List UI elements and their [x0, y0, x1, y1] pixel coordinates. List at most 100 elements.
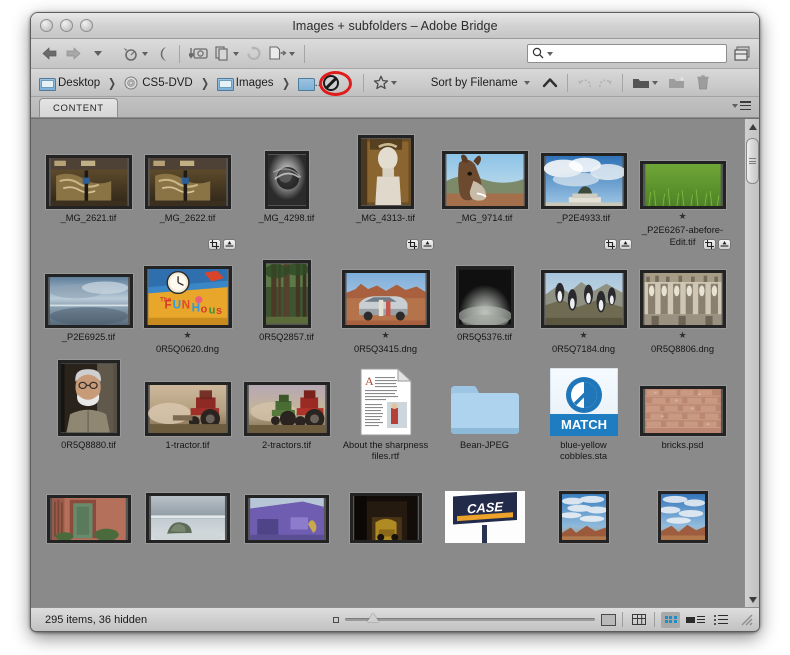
thumbnail-item[interactable] — [336, 463, 435, 543]
thumbnail-image[interactable] — [340, 133, 432, 209]
thumbnail-image[interactable] — [538, 133, 630, 209]
thumbnail-image[interactable] — [43, 133, 135, 209]
sort-by-menu[interactable]: Sort by Filename — [429, 72, 532, 94]
toggle-panels-icon[interactable] — [734, 46, 751, 61]
thumbnail-image[interactable] — [637, 360, 729, 436]
large-thumbnail-icon[interactable] — [601, 613, 616, 626]
scrollbar-thumb[interactable] — [746, 138, 759, 184]
rating-stars[interactable]: ★ — [678, 331, 686, 340]
thumbnail-item[interactable]: ★ 0R5Q7184.dng — [534, 239, 633, 356]
thumbnail-item[interactable]: _P2E4933.tif — [534, 129, 633, 248]
breadcrumb-drop-target[interactable]: .. — [297, 74, 339, 91]
undo-icon[interactable] — [575, 72, 595, 94]
thumbnail-item[interactable]: 0R5Q2857.tif — [237, 248, 336, 356]
thumbnail-grid[interactable]: _MG_2621.tif _MG_2622.tif _MG_4298.tif _… — [31, 119, 744, 607]
breadcrumb-cs5-dvd[interactable]: CS5-DVD — [124, 76, 193, 90]
rating-stars[interactable]: ★ — [678, 212, 686, 221]
thumbnail-image[interactable] — [241, 360, 333, 436]
thumbnail-item[interactable]: _MG_9714.tif — [435, 129, 534, 248]
thumbnail-item[interactable]: 2-tractors.tif — [237, 356, 336, 463]
breadcrumb-images[interactable]: Images — [216, 77, 274, 91]
thumbnail-item[interactable]: MATCH blue-yellow cobbles.sta — [534, 356, 633, 463]
small-thumbnail-icon[interactable] — [333, 616, 339, 623]
get-photos-from-camera-icon[interactable] — [187, 43, 210, 65]
thumbnail-size-slider[interactable] — [345, 613, 595, 622]
zoom-button[interactable] — [80, 19, 93, 32]
redo-icon[interactable] — [595, 72, 615, 94]
thumbnail-image[interactable] — [241, 252, 333, 328]
thumbnail-item[interactable]: _MG_2621.tif — [39, 129, 138, 248]
thumbnail-image[interactable] — [241, 467, 333, 543]
thumbnail-image[interactable] — [637, 133, 729, 209]
thumbnail-image[interactable] — [439, 252, 531, 328]
close-button[interactable] — [40, 19, 53, 32]
scroll-up-arrow-icon[interactable] — [745, 119, 759, 134]
sort-direction-button[interactable] — [540, 72, 560, 94]
rating-stars[interactable]: ★ — [381, 331, 389, 340]
thumbnail-item[interactable]: _MG_4298.tif — [237, 129, 336, 248]
refine-icon[interactable] — [213, 43, 241, 65]
thumbnail-item[interactable]: CASE — [435, 463, 534, 543]
thumbnail-image[interactable]: F U N H o u s The — [142, 239, 236, 328]
thumbnail-image[interactable] — [43, 359, 135, 436]
resize-grip-icon[interactable] — [740, 613, 753, 626]
thumbnail-image[interactable] — [637, 239, 731, 328]
thumbnail-item[interactable]: ★ 0R5Q3415.dng — [336, 239, 435, 356]
thumbnail-item[interactable]: 1-tractor.tif — [138, 356, 237, 463]
recent-folders-dropdown[interactable] — [87, 43, 106, 65]
vertical-scrollbar[interactable] — [744, 119, 759, 607]
panel-menu-button[interactable] — [730, 101, 751, 110]
thumbnail-item[interactable]: A About the sharpness files.rtf — [336, 356, 435, 463]
thumbnail-image[interactable] — [142, 467, 234, 543]
tab-content[interactable]: CONTENT — [39, 98, 118, 117]
scroll-down-arrow-icon[interactable] — [745, 592, 759, 607]
thumbnail-item[interactable]: 0R5Q8880.tif — [39, 356, 138, 463]
rating-stars[interactable]: ★ — [579, 331, 587, 340]
thumbnail-item[interactable]: _MG_4313-.tif — [336, 129, 435, 248]
thumbnail-item[interactable]: bricks.psd — [633, 356, 732, 463]
thumbnail-item[interactable] — [633, 463, 732, 543]
search-input[interactable] — [556, 47, 722, 60]
thumbnail-item[interactable] — [138, 463, 237, 543]
slider-knob[interactable] — [366, 613, 379, 622]
open-folder-icon[interactable] — [630, 72, 660, 94]
thumbnail-image[interactable] — [538, 467, 630, 543]
thumbnail-image[interactable] — [340, 239, 434, 328]
back-arrow-icon[interactable] — [39, 43, 60, 65]
thumbnail-image[interactable] — [43, 252, 135, 328]
thumbnail-item[interactable]: ★ 0R5Q8806.dng — [633, 239, 732, 356]
thumbnail-item[interactable]: _P2E6925.tif — [39, 248, 138, 356]
thumbnail-item[interactable]: Bean-JPEG — [435, 356, 534, 463]
thumbnail-item[interactable] — [237, 463, 336, 543]
thumbnail-image[interactable] — [439, 133, 531, 209]
minimize-button[interactable] — [60, 19, 73, 32]
new-folder-icon[interactable] — [666, 72, 688, 94]
thumbnail-image[interactable]: MATCH — [538, 360, 630, 436]
rating-stars[interactable]: ★ — [183, 331, 191, 340]
thumbnail-item[interactable]: F U N H o u s The ★ 0R5Q0620.dng — [138, 239, 237, 356]
forward-arrow-icon[interactable] — [63, 43, 84, 65]
thumbnail-image[interactable] — [43, 467, 135, 543]
thumbnail-item[interactable]: _MG_2622.tif — [138, 129, 237, 248]
thumbnail-image[interactable]: A — [340, 360, 432, 436]
open-in-camera-raw-icon[interactable] — [267, 43, 297, 65]
thumbnail-image[interactable] — [538, 239, 632, 328]
star-filter-icon[interactable] — [371, 72, 399, 94]
list-view-button[interactable] — [711, 612, 730, 628]
thumbnail-image[interactable] — [241, 133, 333, 209]
thumbnail-item[interactable]: ★ _P2E6267-abefore-Edit.tif — [633, 129, 732, 248]
thumbnail-image[interactable] — [142, 360, 234, 436]
rotate-counterclockwise-icon[interactable] — [244, 43, 264, 65]
thumbnail-image[interactable]: CASE — [439, 467, 531, 543]
thumbnail-item[interactable] — [39, 463, 138, 543]
thumbnail-image[interactable] — [340, 467, 432, 543]
details-view-button[interactable] — [686, 612, 705, 628]
thumbnail-image[interactable] — [439, 360, 531, 436]
search-scope-chevron-icon[interactable] — [547, 51, 553, 56]
grid-view-button[interactable] — [661, 611, 680, 628]
thumbnail-image[interactable] — [637, 467, 729, 543]
thumbnail-item[interactable]: 0R5Q5376.tif — [435, 248, 534, 356]
thumbnail-image[interactable] — [142, 133, 234, 209]
search-field[interactable] — [527, 44, 727, 63]
reveal-in-finder-icon[interactable] — [120, 43, 150, 65]
